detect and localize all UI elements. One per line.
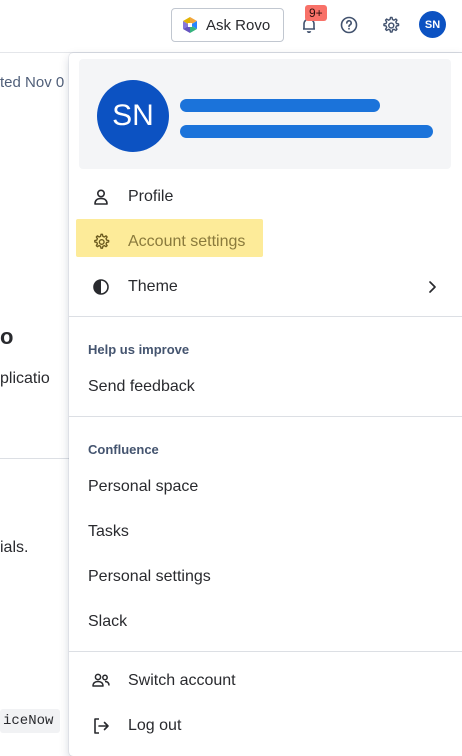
menu-item-account-settings[interactable]: Account settings — [69, 219, 462, 264]
menu-item-label: Personal space — [88, 477, 199, 495]
body-text-fragment: plicatio — [0, 370, 50, 387]
menu-item-label: Profile — [128, 187, 174, 205]
menu-item-label: Theme — [128, 277, 178, 295]
help-icon — [340, 16, 358, 34]
redacted-name — [180, 99, 380, 112]
menu-divider — [69, 416, 462, 417]
menu-item-label: Tasks — [88, 522, 129, 540]
menu-item-label: Send feedback — [88, 377, 195, 395]
notifications-badge: 9+ — [305, 5, 327, 21]
menu-item-send-feedback[interactable]: Send feedback — [69, 364, 462, 409]
section-header-confluence: Confluence — [88, 442, 159, 457]
rovo-logo-icon — [183, 17, 197, 33]
last-updated-text: ted Nov 0 — [0, 74, 65, 91]
ask-rovo-label: Ask Rovo — [206, 16, 271, 34]
menu-item-tasks[interactable]: Tasks — [69, 509, 462, 554]
profile-dropdown-menu: SN Profile Account settings Theme Help u… — [69, 53, 462, 756]
profile-card: SN — [79, 59, 451, 169]
menu-item-label: Personal settings — [88, 567, 211, 585]
gear-icon — [90, 231, 112, 253]
menu-item-label: Slack — [88, 612, 128, 630]
content-divider — [0, 458, 70, 459]
gear-icon — [382, 16, 399, 33]
theme-contrast-icon — [90, 276, 112, 298]
profile-avatar: SN — [97, 80, 169, 152]
help-button[interactable] — [336, 12, 362, 38]
menu-divider — [69, 316, 462, 317]
log-out-icon — [90, 715, 112, 737]
user-avatar-button[interactable]: SN — [419, 11, 446, 38]
section-header-help: Help us improve — [88, 342, 190, 357]
inline-code: iceNow — [0, 709, 60, 733]
menu-divider — [69, 651, 462, 652]
settings-button[interactable] — [377, 12, 403, 38]
ask-rovo-button[interactable]: Ask Rovo — [171, 8, 284, 42]
menu-item-label: Log out — [128, 716, 182, 734]
menu-item-log-out[interactable]: Log out — [69, 703, 462, 748]
menu-item-label: Account settings — [128, 232, 246, 250]
top-navigation-bar: Ask Rovo 9+ SN — [0, 0, 462, 53]
menu-item-slack[interactable]: Slack — [69, 599, 462, 644]
page-heading-fragment: o — [0, 324, 14, 349]
menu-item-theme[interactable]: Theme — [69, 264, 462, 309]
switch-account-icon — [90, 670, 112, 692]
menu-item-personal-settings[interactable]: Personal settings — [69, 554, 462, 599]
chevron-right-icon — [429, 280, 436, 293]
body-text-fragment: ials. — [0, 539, 29, 556]
person-icon — [90, 186, 112, 208]
menu-item-label: Switch account — [128, 671, 236, 689]
menu-item-profile[interactable]: Profile — [69, 174, 462, 219]
redacted-email — [180, 125, 433, 138]
menu-item-switch-account[interactable]: Switch account — [69, 658, 462, 703]
menu-item-personal-space[interactable]: Personal space — [69, 464, 462, 509]
